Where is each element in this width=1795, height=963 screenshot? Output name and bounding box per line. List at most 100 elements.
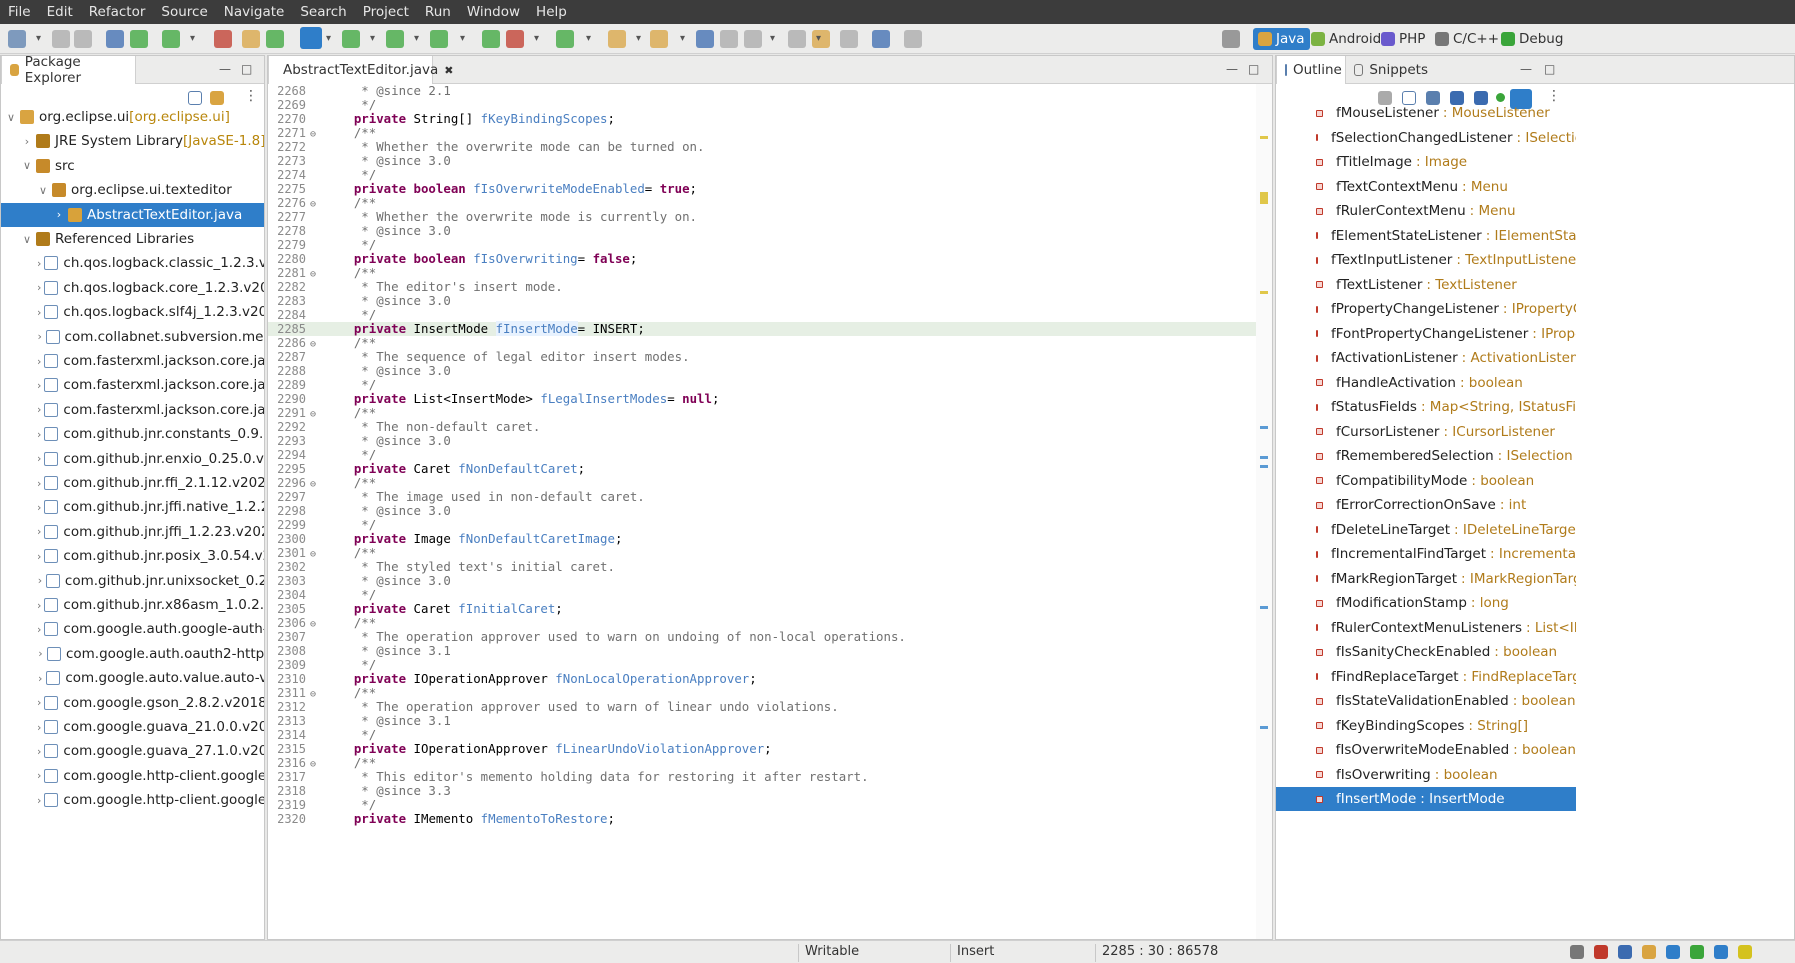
new-package-icon[interactable] xyxy=(242,30,260,48)
code-line[interactable]: 2290 private List<InsertMode> fLegalInse… xyxy=(268,392,1272,407)
tree-item[interactable]: › com.github.jnr.posix_3.0.54.v20200 xyxy=(1,544,264,568)
link-with-editor-icon[interactable] xyxy=(210,91,224,105)
maximize-icon[interactable]: □ xyxy=(1544,62,1555,76)
close-icon[interactable]: ✖ xyxy=(444,64,453,77)
code-line[interactable]: 2306 ⊖ /** xyxy=(268,616,1272,631)
outline-item[interactable]: fIncrementalFindTarget: IncrementalFindT… xyxy=(1276,542,1576,566)
code-line[interactable]: 2320 private IMemento fMementoToRestore; xyxy=(268,812,1272,827)
tree-item[interactable]: › com.collabnet.subversion.merge_4 xyxy=(1,325,264,349)
build-icon[interactable] xyxy=(106,30,124,48)
toggle-mark-occurrences-icon[interactable] xyxy=(300,27,322,49)
status-tray-icon-3[interactable] xyxy=(1618,945,1632,959)
outline-item[interactable]: fMarkRegionTarget: IMarkRegionTarget xyxy=(1276,567,1576,591)
dropdown-chevron-icon[interactable]: ▾ xyxy=(370,33,375,44)
code-line[interactable]: 2300 private Image fNonDefaultCaretImage… xyxy=(268,532,1272,547)
dropdown-chevron-icon[interactable]: ▾ xyxy=(460,33,465,44)
code-line[interactable]: 2286 ⊖ /** xyxy=(268,336,1272,351)
outline-item[interactable]: fIsOverwriting: boolean xyxy=(1276,763,1576,787)
code-line[interactable]: 2287 * The sequence of legal editor inse… xyxy=(268,350,1272,365)
menu-search[interactable]: Search xyxy=(292,4,354,20)
expand-arrow-icon[interactable]: › xyxy=(37,501,41,514)
tree-item[interactable]: › AbstractTextEditor.java xyxy=(1,202,264,227)
expand-arrow-icon[interactable]: › xyxy=(37,794,41,807)
expand-arrow-icon[interactable]: › xyxy=(37,745,41,758)
tree-item[interactable]: › com.github.jnr.jffi_1.2.23.v2020050 xyxy=(1,520,264,544)
code-line[interactable]: 2318 * @since 3.3 xyxy=(268,784,1272,799)
collapse-arrow-icon[interactable]: ∨ xyxy=(37,184,49,197)
open-perspective-icon[interactable] xyxy=(840,30,858,48)
code-line[interactable]: 2294 */ xyxy=(268,448,1272,463)
dropdown-chevron-icon[interactable]: ▾ xyxy=(326,33,331,44)
redo-icon[interactable] xyxy=(904,30,922,48)
code-line[interactable]: 2275 private boolean fIsOverwriteModeEna… xyxy=(268,182,1272,197)
tree-item[interactable]: › com.github.jnr.unixsocket_0.28.0.v xyxy=(1,569,264,593)
menu-project[interactable]: Project xyxy=(355,4,417,20)
debug-icon[interactable] xyxy=(342,30,360,48)
tree-item[interactable]: › com.google.guava_27.1.0.v201905 xyxy=(1,739,264,763)
code-line[interactable]: 2268 * @since 2.1 xyxy=(268,84,1272,98)
tree-item[interactable]: › JRE System Library [JavaSE-1.8] xyxy=(1,129,264,153)
dropdown-chevron-icon[interactable]: ▾ xyxy=(534,33,539,44)
status-tray-icon-1[interactable] xyxy=(1570,945,1584,959)
search-icon[interactable] xyxy=(556,30,574,48)
open-task-icon[interactable] xyxy=(608,30,626,48)
tree-item[interactable]: › com.google.auto.value.auto-value- xyxy=(1,666,264,690)
maximize-icon[interactable]: □ xyxy=(1248,62,1259,76)
expand-arrow-icon[interactable]: › xyxy=(37,721,41,734)
outline-item[interactable]: fTextListener: TextListener xyxy=(1276,273,1576,297)
code-line[interactable]: 2316 ⊖ /** xyxy=(268,756,1272,771)
code-line[interactable]: 2296 ⊖ /** xyxy=(268,476,1272,491)
code-line[interactable]: 2307 * The operation approver used to wa… xyxy=(268,630,1272,645)
outline-item[interactable]: fModificationStamp: long xyxy=(1276,591,1576,615)
outline-item[interactable]: fRememberedSelection: ISelection xyxy=(1276,444,1576,468)
outline-item[interactable]: fTextContextMenu: Menu xyxy=(1276,175,1576,199)
tab-outline[interactable]: Outline xyxy=(1276,56,1346,84)
maximize-icon[interactable]: □ xyxy=(241,62,252,76)
tree-item[interactable]: › com.fasterxml.jackson.core.jackson xyxy=(1,373,264,397)
status-tray-icon-4[interactable] xyxy=(1642,945,1656,959)
outline-item[interactable]: fRulerContextMenuListeners: List<IMenuL xyxy=(1276,616,1576,640)
expand-arrow-icon[interactable]: › xyxy=(37,379,41,392)
outline-item[interactable]: fActivationListener: ActivationListener xyxy=(1276,346,1576,370)
dropdown-chevron-icon[interactable]: ▾ xyxy=(586,33,591,44)
coverage-icon[interactable] xyxy=(430,30,448,48)
minimize-icon[interactable]: — xyxy=(1520,62,1532,76)
code-line[interactable]: 2298 * @since 3.0 xyxy=(268,504,1272,519)
code-line[interactable]: 2313 * @since 3.1 xyxy=(268,714,1272,729)
outline-item[interactable]: fCursorListener: ICursorListener xyxy=(1276,420,1576,444)
collapse-arrow-icon[interactable]: ∨ xyxy=(21,233,33,246)
new-icon[interactable] xyxy=(8,30,26,48)
collapse-arrow-icon[interactable]: ∨ xyxy=(5,111,17,124)
view-menu-icon[interactable]: ⋮ xyxy=(244,88,258,104)
outline-item[interactable]: fCompatibilityMode: boolean xyxy=(1276,469,1576,493)
expand-arrow-icon[interactable]: › xyxy=(37,355,41,368)
outline-item[interactable]: fTextInputListener: TextInputListener xyxy=(1276,248,1576,272)
status-tray-icon-6[interactable] xyxy=(1690,945,1704,959)
code-line[interactable]: 2289 */ xyxy=(268,378,1272,393)
outline-item[interactable]: fIsStateValidationEnabled: boolean xyxy=(1276,689,1576,713)
tree-item[interactable]: ∨ src xyxy=(1,154,264,178)
new-java-project-icon[interactable] xyxy=(214,30,232,48)
dropdown-chevron-icon[interactable]: ▾ xyxy=(816,33,821,44)
expand-arrow-icon[interactable]: › xyxy=(37,647,44,660)
validate-icon[interactable] xyxy=(162,30,180,48)
next-annotation-icon[interactable] xyxy=(650,30,668,48)
outline-item[interactable]: fHandleActivation: boolean xyxy=(1276,371,1576,395)
perspective-debug[interactable]: Debug xyxy=(1496,28,1568,50)
expand-arrow-icon[interactable]: › xyxy=(37,550,41,563)
code-line[interactable]: 2288 * @since 3.0 xyxy=(268,364,1272,379)
code-line[interactable]: 2272 * Whether the overwrite mode can be… xyxy=(268,140,1272,155)
collapse-arrow-icon[interactable]: ∨ xyxy=(21,159,33,172)
minimize-icon[interactable]: — xyxy=(1226,62,1238,76)
menu-file[interactable]: File xyxy=(0,4,39,20)
code-line[interactable]: 2273 * @since 3.0 xyxy=(268,154,1272,169)
tree-item[interactable]: › com.google.guava_21.0.0.v201702 xyxy=(1,715,264,739)
tree-item[interactable]: ∨ Referenced Libraries xyxy=(1,227,264,251)
outline-item[interactable]: fKeyBindingScopes: String[] xyxy=(1276,714,1576,738)
expand-arrow-icon[interactable]: › xyxy=(37,623,41,636)
perspective-android[interactable]: Android xyxy=(1306,28,1386,50)
outline-item[interactable]: fStatusFields: Map<String, IStatusField> xyxy=(1276,395,1576,419)
dropdown-chevron-icon[interactable]: ▾ xyxy=(680,33,685,44)
expand-arrow-icon[interactable]: › xyxy=(37,769,41,782)
code-line[interactable]: 2317 * This editor's memento holding dat… xyxy=(268,770,1272,785)
